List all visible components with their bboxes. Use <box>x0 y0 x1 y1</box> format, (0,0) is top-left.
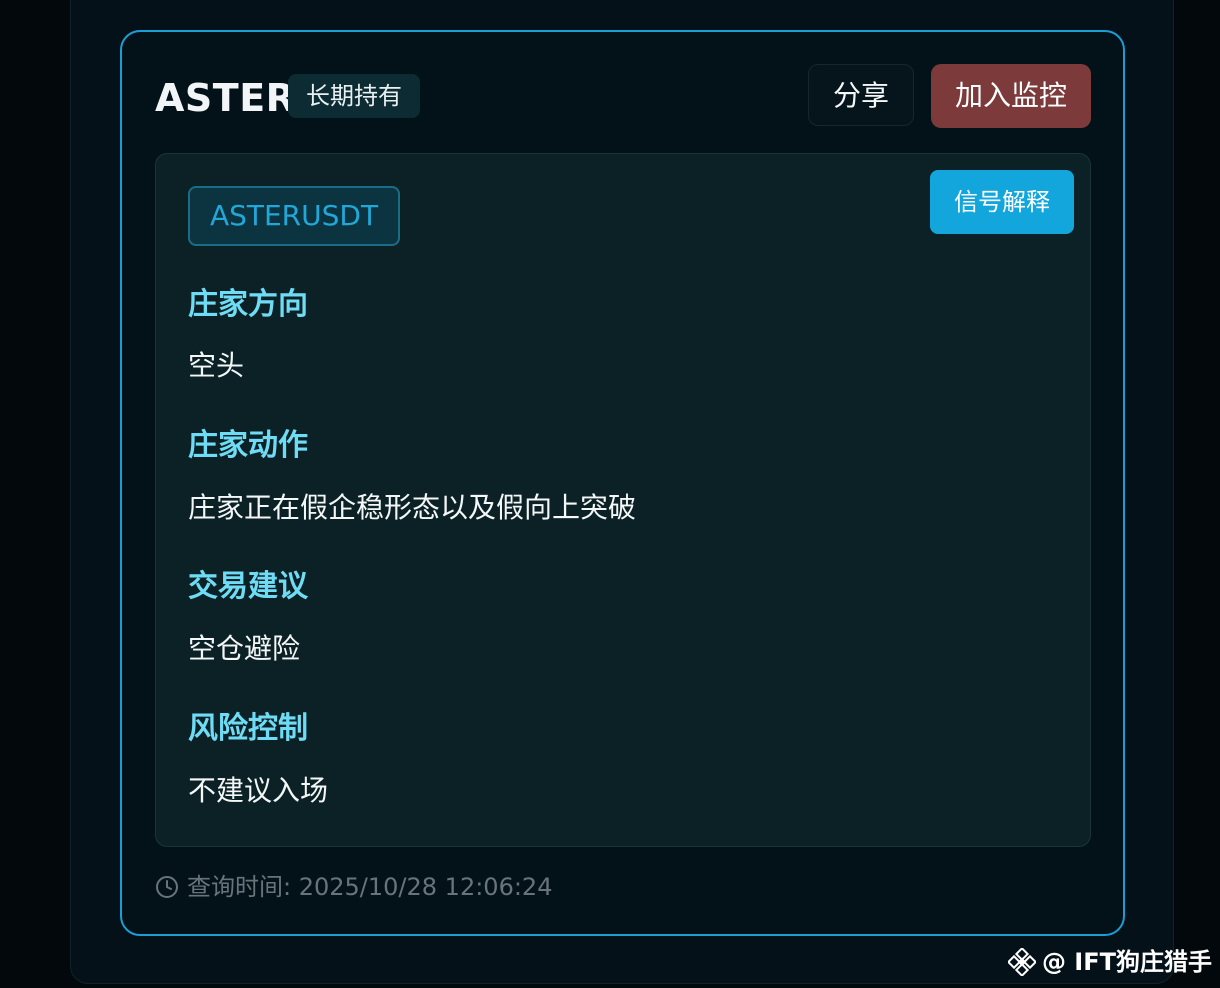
symbol-title: ASTER <box>155 76 296 120</box>
diamond-logo-icon <box>1007 948 1036 976</box>
clock-icon <box>156 876 178 898</box>
watermark: @ IFT狗庄猎手 <box>1007 944 1212 980</box>
signal-explain-button[interactable]: 信号解释 <box>930 170 1074 234</box>
section-heading-action: 庄家动作 <box>188 428 308 463</box>
signal-details: ASTERUSDT 信号解释 庄家方向 空头 庄家动作 庄家正在假企稳形态以及假… <box>155 153 1091 847</box>
section-heading-advice: 交易建议 <box>188 569 308 604</box>
section-value-direction: 空头 <box>188 349 245 382</box>
add-monitor-button[interactable]: 加入监控 <box>931 64 1091 128</box>
query-time: 查询时间: 2025/10/28 12:06:24 <box>155 870 552 904</box>
section-value-action: 庄家正在假企稳形态以及假向上突破 <box>188 491 637 524</box>
share-button[interactable]: 分享 <box>808 64 914 126</box>
section-value-risk: 不建议入场 <box>188 774 329 807</box>
signal-card: ASTER 长期持有 分享 加入监控 ASTERUSDT 信号解释 庄家方向 空… <box>120 30 1125 936</box>
section-value-advice: 空仓避险 <box>188 632 301 665</box>
query-time-text: 查询时间: 2025/10/28 12:06:24 <box>187 873 553 901</box>
section-heading-risk: 风险控制 <box>188 711 308 746</box>
watermark-text: @ IFT狗庄猎手 <box>1041 948 1212 976</box>
hold-period-badge: 长期持有 <box>288 74 420 118</box>
section-heading-direction: 庄家方向 <box>188 287 308 322</box>
pair-tag: ASTERUSDT <box>188 186 400 246</box>
